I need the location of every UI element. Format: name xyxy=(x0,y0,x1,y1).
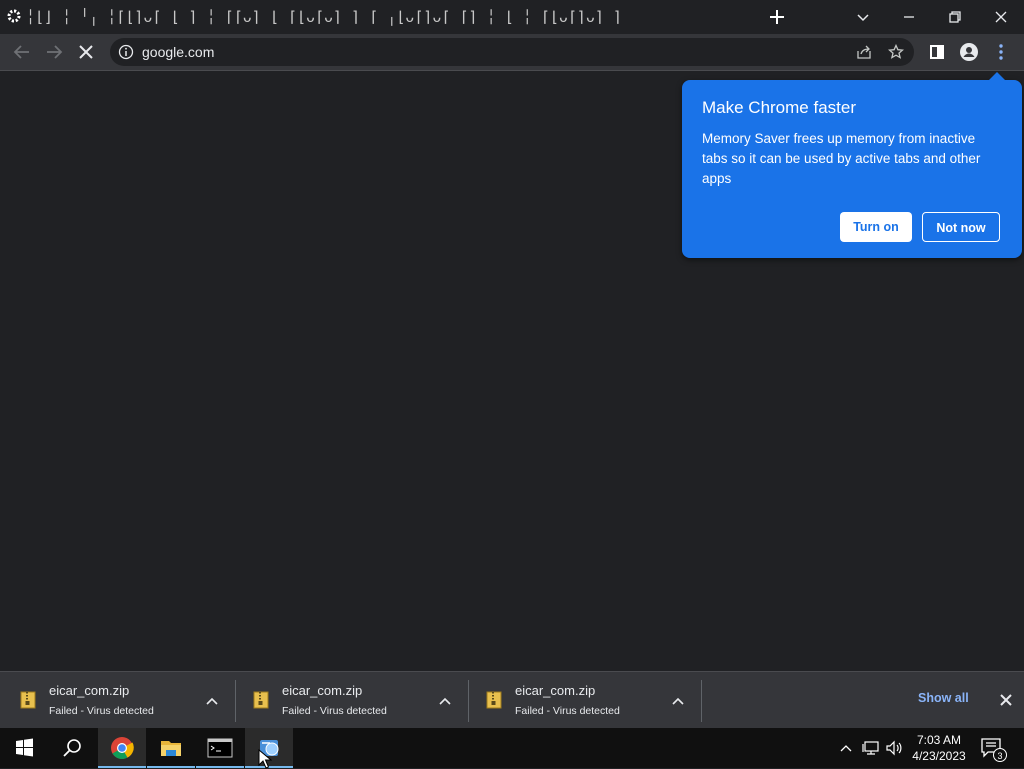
new-tab-icon[interactable] xyxy=(766,6,788,28)
promo-title: Make Chrome faster xyxy=(702,98,856,117)
zip-file-icon xyxy=(486,691,502,709)
side-panel-icon[interactable] xyxy=(926,41,948,63)
download-status: Failed - Virus detected xyxy=(49,705,154,717)
settings-gear-icon[interactable] xyxy=(6,8,22,24)
windows-taskbar: 7:03 AM 4/23/2023 3 xyxy=(0,728,1024,768)
divider xyxy=(701,680,702,722)
tab-strip: ╎⌊⌋ ╎ ╵╷ ╎⌈⌊⌉ᴗ⌈ ⌊ ⌉ ╎ ⌈⌈ᴗ⌉ ⌊ ⌈⌊ᴗ⌈ᴗ⌉ ⌉ ⌈ … xyxy=(0,0,1024,34)
chevron-up-icon[interactable] xyxy=(668,692,688,710)
browser-toolbar: google.com xyxy=(0,34,1024,71)
windows-start-icon[interactable] xyxy=(0,728,48,768)
url-text[interactable]: google.com xyxy=(142,38,214,66)
restore-icon[interactable] xyxy=(944,6,966,28)
share-icon[interactable] xyxy=(856,44,872,60)
download-filename: eicar_com.zip xyxy=(515,683,596,698)
download-item[interactable]: eicar_com.zip Failed - Virus detected xyxy=(466,672,702,729)
download-filename: eicar_com.zip xyxy=(282,683,363,698)
turn-on-button[interactable]: Turn on xyxy=(840,212,912,242)
clock-time: 7:03 AM xyxy=(916,733,962,747)
stop-icon[interactable] xyxy=(75,41,97,63)
profile-icon[interactable] xyxy=(958,41,980,63)
chrome-icon[interactable] xyxy=(98,728,146,768)
forward-icon[interactable] xyxy=(43,41,65,63)
notification-count-badge: 3 xyxy=(993,748,1007,762)
mouse-cursor-icon xyxy=(258,749,272,769)
bookmark-star-icon[interactable] xyxy=(888,44,904,60)
promo-arrow xyxy=(988,72,1006,81)
promo-body: Memory Saver frees up memory from inacti… xyxy=(702,131,981,186)
zip-file-icon xyxy=(253,691,269,709)
not-now-button[interactable]: Not now xyxy=(922,212,1000,242)
download-status: Failed - Virus detected xyxy=(515,705,620,717)
menu-kebab-icon[interactable] xyxy=(990,41,1012,63)
close-icon[interactable] xyxy=(996,690,1016,710)
file-explorer-icon[interactable] xyxy=(147,728,195,768)
tray-chevron-icon[interactable] xyxy=(838,738,854,758)
cmd-icon[interactable] xyxy=(196,728,244,768)
minimize-icon[interactable] xyxy=(898,6,920,28)
clock-date: 4/23/2023 xyxy=(912,749,966,763)
system-clock[interactable]: 7:03 AM 4/23/2023 xyxy=(904,732,974,764)
chevron-up-icon[interactable] xyxy=(435,692,455,710)
zip-file-icon xyxy=(20,691,36,709)
show-all-link[interactable]: Show all xyxy=(918,691,969,705)
volume-icon[interactable] xyxy=(885,738,903,758)
close-window-icon[interactable] xyxy=(990,6,1012,28)
network-icon[interactable] xyxy=(862,738,880,758)
address-bar[interactable]: google.com xyxy=(110,38,914,66)
memory-saver-promo: Make Chrome faster Memory Saver frees up… xyxy=(682,72,1022,258)
tab-search-icon[interactable] xyxy=(852,6,874,28)
download-status: Failed - Virus detected xyxy=(282,705,387,717)
tabs-area[interactable]: ╎⌊⌋ ╎ ╵╷ ╎⌈⌊⌉ᴗ⌈ ⌊ ⌉ ╎ ⌈⌈ᴗ⌉ ⌊ ⌈⌊ᴗ⌈ᴗ⌉ ⌉ ⌈ … xyxy=(26,6,736,28)
download-item[interactable]: eicar_com.zip Failed - Virus detected xyxy=(0,672,236,729)
downloads-shelf: eicar_com.zip Failed - Virus detected ei… xyxy=(0,671,1024,729)
back-icon[interactable] xyxy=(11,41,33,63)
chevron-up-icon[interactable] xyxy=(202,692,222,710)
site-info-icon[interactable] xyxy=(118,44,134,60)
download-filename: eicar_com.zip xyxy=(49,683,130,698)
search-icon[interactable] xyxy=(48,728,96,768)
notification-icon[interactable]: 3 xyxy=(980,736,1007,762)
download-item[interactable]: eicar_com.zip Failed - Virus detected xyxy=(233,672,469,729)
